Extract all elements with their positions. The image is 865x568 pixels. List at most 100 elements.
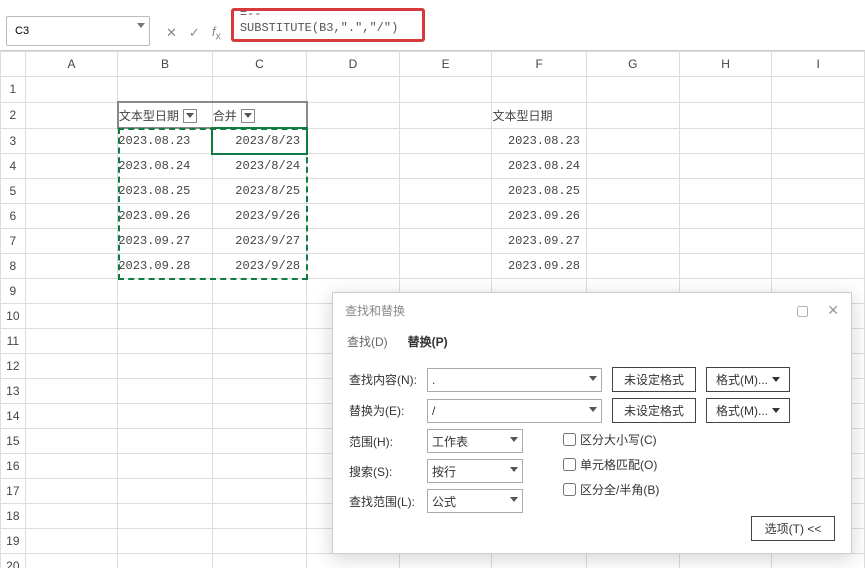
cell-H3[interactable] <box>679 128 772 154</box>
tab-replace[interactable]: 替换(P) <box>408 329 448 354</box>
cell-B17[interactable] <box>118 479 212 504</box>
cell-C17[interactable] <box>212 479 306 504</box>
cell-B11[interactable] <box>118 329 212 354</box>
cell-I3[interactable] <box>772 128 865 154</box>
cell-I6[interactable] <box>772 204 865 229</box>
col-header-A[interactable]: A <box>25 52 118 77</box>
cell-D2[interactable] <box>307 102 400 128</box>
cell-H5[interactable] <box>679 179 772 204</box>
options-button[interactable]: 选项(T) << <box>751 516 835 541</box>
cell-A10[interactable] <box>25 304 118 329</box>
cell-A8[interactable] <box>25 254 118 279</box>
cell-A5[interactable] <box>25 179 118 204</box>
cell-F20[interactable] <box>492 554 587 568</box>
within-select[interactable]: 工作表 <box>427 429 523 453</box>
cell-C3[interactable]: 2023/8/23 <box>212 128 306 154</box>
cell-D1[interactable] <box>307 77 400 103</box>
cell-F2[interactable]: 文本型日期 <box>492 102 587 128</box>
col-header-E[interactable]: E <box>399 52 492 77</box>
row-header-7[interactable]: 7 <box>1 229 26 254</box>
cell-F7[interactable]: 2023.09.27 <box>492 229 587 254</box>
row-header-5[interactable]: 5 <box>1 179 26 204</box>
row-header-15[interactable]: 15 <box>1 429 26 454</box>
cell-F5[interactable]: 2023.08.25 <box>492 179 587 204</box>
replace-format-preview[interactable]: 未设定格式 <box>612 398 696 423</box>
cell-C19[interactable] <box>212 529 306 554</box>
col-header-F[interactable]: F <box>492 52 587 77</box>
cell-I1[interactable] <box>772 77 865 103</box>
cell-I2[interactable] <box>772 102 865 128</box>
match-case-checkbox[interactable]: 区分大小写(C) <box>563 431 659 448</box>
row-header-2[interactable]: 2 <box>1 102 26 128</box>
cell-H6[interactable] <box>679 204 772 229</box>
cell-B4[interactable]: 2023.08.24 <box>118 154 212 179</box>
cell-C15[interactable] <box>212 429 306 454</box>
cell-B10[interactable] <box>118 304 212 329</box>
cell-A20[interactable] <box>25 554 118 568</box>
cell-H1[interactable] <box>679 77 772 103</box>
cell-C20[interactable] <box>212 554 306 568</box>
select-all-corner[interactable] <box>1 52 26 77</box>
col-header-D[interactable]: D <box>307 52 400 77</box>
cell-E8[interactable] <box>399 254 492 279</box>
col-header-I[interactable]: I <box>772 52 865 77</box>
filter-icon[interactable] <box>241 109 255 123</box>
function-icon[interactable]: fx <box>212 24 221 43</box>
cell-C10[interactable] <box>212 304 306 329</box>
row-header-18[interactable]: 18 <box>1 504 26 529</box>
cell-A11[interactable] <box>25 329 118 354</box>
cell-A12[interactable] <box>25 354 118 379</box>
cell-G3[interactable] <box>587 128 680 154</box>
cell-B1[interactable] <box>118 77 212 103</box>
cell-E4[interactable] <box>399 154 492 179</box>
cell-D5[interactable] <box>307 179 400 204</box>
tab-find[interactable]: 查找(D) <box>347 329 388 354</box>
name-box[interactable] <box>6 16 150 46</box>
name-box-input[interactable] <box>13 24 143 38</box>
cell-H8[interactable] <box>679 254 772 279</box>
row-header-13[interactable]: 13 <box>1 379 26 404</box>
cell-I7[interactable] <box>772 229 865 254</box>
row-header-20[interactable]: 20 <box>1 554 26 568</box>
cell-B16[interactable] <box>118 454 212 479</box>
cell-F6[interactable]: 2023.09.26 <box>492 204 587 229</box>
cell-G6[interactable] <box>587 204 680 229</box>
cell-H2[interactable] <box>679 102 772 128</box>
row-header-19[interactable]: 19 <box>1 529 26 554</box>
cell-D3[interactable] <box>307 128 400 154</box>
row-header-11[interactable]: 11 <box>1 329 26 354</box>
cell-C4[interactable]: 2023/8/24 <box>212 154 306 179</box>
replace-with-input[interactable]: / <box>427 399 602 423</box>
find-format-preview[interactable]: 未设定格式 <box>612 367 696 392</box>
cell-B9[interactable] <box>118 279 212 304</box>
cell-C12[interactable] <box>212 354 306 379</box>
confirm-edit-icon[interactable]: ✓ <box>189 25 200 41</box>
cell-B14[interactable] <box>118 404 212 429</box>
col-header-G[interactable]: G <box>587 52 680 77</box>
cell-I5[interactable] <box>772 179 865 204</box>
row-header-14[interactable]: 14 <box>1 404 26 429</box>
cell-G5[interactable] <box>587 179 680 204</box>
cell-B19[interactable] <box>118 529 212 554</box>
cell-B7[interactable]: 2023.09.27 <box>118 229 212 254</box>
cell-C13[interactable] <box>212 379 306 404</box>
cell-C5[interactable]: 2023/8/25 <box>212 179 306 204</box>
cell-A18[interactable] <box>25 504 118 529</box>
cell-A1[interactable] <box>25 77 118 103</box>
cell-B8[interactable]: 2023.09.28 <box>118 254 212 279</box>
cell-A17[interactable] <box>25 479 118 504</box>
cell-E3[interactable] <box>399 128 492 154</box>
cell-C16[interactable] <box>212 454 306 479</box>
formula-bar[interactable]: =--SUBSTITUTE(B3,".","/") <box>234 11 422 30</box>
cell-B6[interactable]: 2023.09.26 <box>118 204 212 229</box>
cell-G4[interactable] <box>587 154 680 179</box>
row-header-10[interactable]: 10 <box>1 304 26 329</box>
row-header-3[interactable]: 3 <box>1 128 26 154</box>
cell-B13[interactable] <box>118 379 212 404</box>
row-header-12[interactable]: 12 <box>1 354 26 379</box>
cell-A4[interactable] <box>25 154 118 179</box>
cell-I4[interactable] <box>772 154 865 179</box>
cell-H7[interactable] <box>679 229 772 254</box>
cell-E7[interactable] <box>399 229 492 254</box>
cell-A9[interactable] <box>25 279 118 304</box>
